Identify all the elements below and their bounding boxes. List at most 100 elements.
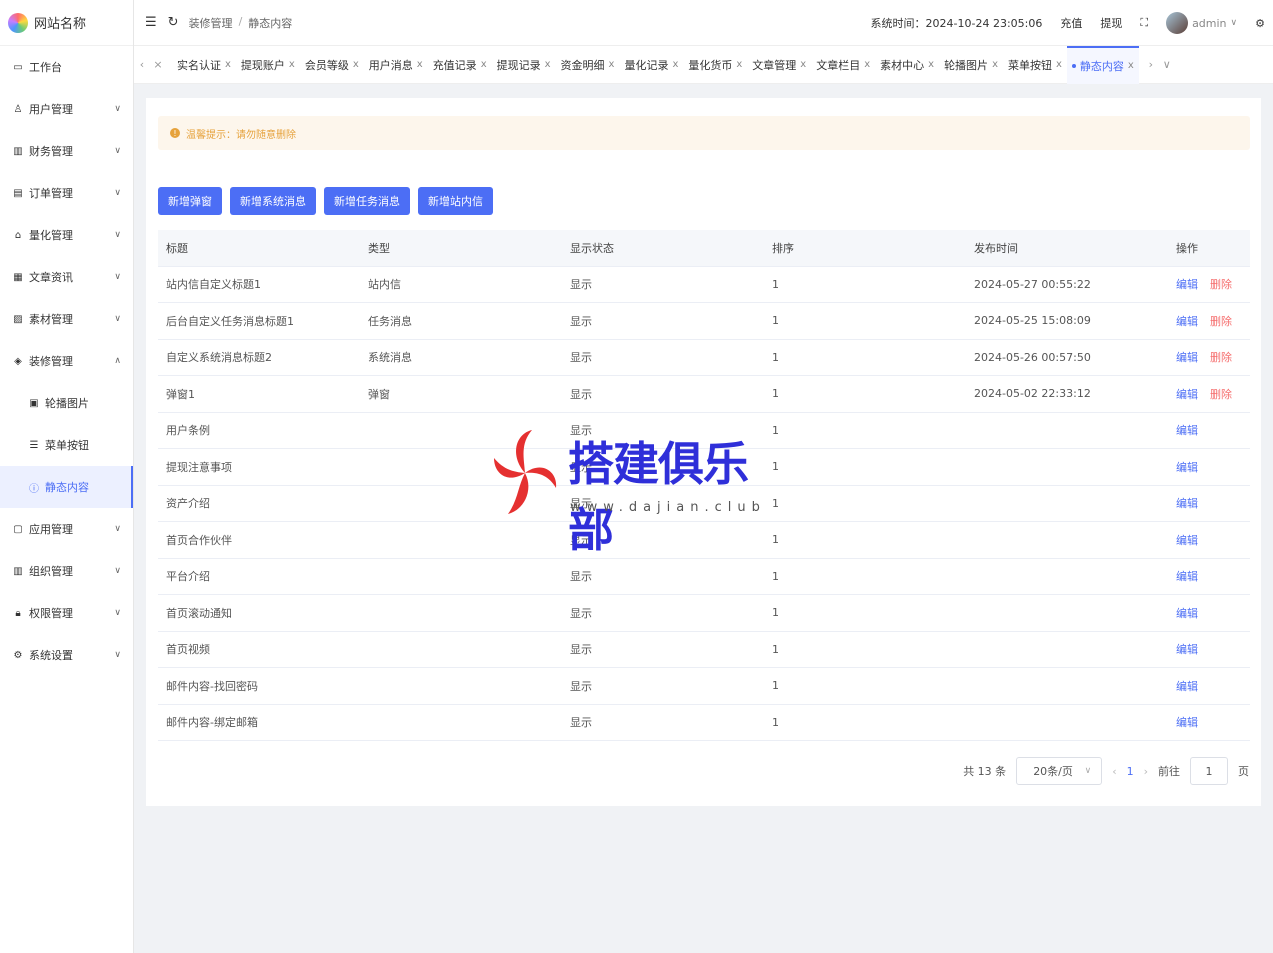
close-icon[interactable]: x bbox=[1056, 59, 1062, 70]
recharge-link[interactable]: 充值 bbox=[1060, 15, 1082, 31]
close-icon[interactable]: x bbox=[800, 59, 806, 70]
logo[interactable]: 网站名称 bbox=[0, 0, 133, 46]
edit-link[interactable]: 编辑 bbox=[1176, 424, 1198, 437]
tab-label: 会员等级 bbox=[304, 58, 349, 72]
breadcrumb-item[interactable]: 装修管理 bbox=[189, 15, 233, 31]
monitor-icon: ▭ bbox=[13, 61, 23, 73]
close-icon[interactable]: x bbox=[928, 59, 934, 70]
close-icon[interactable]: x bbox=[225, 59, 231, 70]
sidebar-item[interactable]: ▤ 订单管理 ∨ bbox=[0, 172, 133, 214]
tabs-scroll-right-icon[interactable]: › bbox=[1143, 58, 1159, 71]
sidebar-item[interactable]: ⌂ 量化管理 ∨ bbox=[0, 214, 133, 256]
tab[interactable]: 实名认证 x bbox=[172, 46, 236, 84]
edit-link[interactable]: 编辑 bbox=[1176, 607, 1198, 620]
sidebar-item[interactable]: ⚙ 系统设置 ∨ bbox=[0, 634, 133, 676]
tab-label: 菜单按钮 bbox=[1007, 58, 1052, 72]
sidebar-item[interactable]: ♙ 用户管理 ∨ bbox=[0, 88, 133, 130]
tab[interactable]: 会员等级 x bbox=[300, 46, 364, 84]
table-row: 用户条例 显示 1 编辑 bbox=[158, 412, 1250, 449]
tab[interactable]: 用户消息 x bbox=[364, 46, 428, 84]
close-icon[interactable]: x bbox=[353, 59, 359, 70]
cell-status: 显示 bbox=[562, 558, 764, 595]
cell-actions: 编辑 删除 bbox=[1168, 339, 1250, 376]
sidebar-item[interactable]: ⓘ 静态内容 bbox=[0, 466, 133, 508]
edit-link[interactable]: 编辑 bbox=[1176, 278, 1198, 291]
sidebar-item[interactable]: 🔒︎ 权限管理 ∨ bbox=[0, 592, 133, 634]
cell-type bbox=[360, 667, 562, 705]
tab[interactable]: 提现记录 x bbox=[492, 46, 556, 84]
sidebar-item[interactable]: ☰ 菜单按钮 bbox=[0, 424, 133, 466]
close-icon[interactable]: x bbox=[481, 59, 487, 70]
sidebar-item[interactable]: ▢ 应用管理 ∨ bbox=[0, 508, 133, 550]
tab[interactable]: 量化货币 x bbox=[683, 46, 747, 84]
close-icon[interactable]: x bbox=[992, 59, 998, 70]
user-menu[interactable]: admin ∨ bbox=[1166, 12, 1237, 34]
tab[interactable]: 量化记录 x bbox=[619, 46, 683, 84]
tab[interactable]: 静态内容 x bbox=[1066, 45, 1139, 84]
page-number[interactable]: 1 bbox=[1127, 765, 1134, 778]
edit-link[interactable]: 编辑 bbox=[1176, 570, 1198, 583]
add-inbox-message-button[interactable]: 新增站内信 bbox=[418, 187, 493, 215]
column-header: 标题 bbox=[158, 230, 360, 267]
tab[interactable]: 菜单按钮 x bbox=[1003, 46, 1067, 84]
edit-link[interactable]: 编辑 bbox=[1176, 315, 1198, 328]
tabs-scroll-left-icon[interactable]: ‹ bbox=[134, 58, 150, 71]
close-icon[interactable]: x bbox=[417, 59, 423, 70]
cell-title: 弹窗1 bbox=[158, 375, 360, 413]
close-icon[interactable]: x bbox=[545, 59, 551, 70]
settings-icon[interactable]: ⚙ bbox=[1255, 17, 1265, 30]
cell-status: 显示 bbox=[562, 704, 764, 741]
next-page-icon[interactable]: › bbox=[1144, 765, 1148, 778]
close-all-tabs-icon[interactable]: × bbox=[150, 58, 166, 71]
withdraw-link[interactable]: 提现 bbox=[1100, 15, 1122, 31]
tab[interactable]: 提现账户 x bbox=[236, 46, 300, 84]
sidebar-item[interactable]: ▥ 财务管理 ∨ bbox=[0, 130, 133, 172]
add-popup-button[interactable]: 新增弹窗 bbox=[158, 187, 222, 215]
sidebar-item[interactable]: ▣ 轮播图片 bbox=[0, 382, 133, 424]
sidebar-item-label: 静态内容 bbox=[45, 481, 89, 494]
delete-link[interactable]: 删除 bbox=[1210, 315, 1232, 328]
add-system-message-button[interactable]: 新增系统消息 bbox=[230, 187, 316, 215]
tab[interactable]: 文章栏目 x bbox=[811, 46, 875, 84]
close-icon[interactable]: x bbox=[609, 59, 615, 70]
avatar bbox=[1166, 12, 1189, 34]
edit-link[interactable]: 编辑 bbox=[1176, 643, 1198, 656]
fullscreen-icon[interactable]: ⛶ bbox=[1140, 16, 1148, 30]
table-row: 资产介绍 显示 1 编辑 bbox=[158, 485, 1250, 522]
sidebar-item[interactable]: ◈ 装修管理 ∧ bbox=[0, 340, 133, 382]
delete-link[interactable]: 删除 bbox=[1210, 351, 1232, 364]
refresh-icon[interactable]: ↻ bbox=[168, 15, 179, 30]
tab[interactable]: 文章管理 x bbox=[747, 46, 811, 84]
prev-page-icon[interactable]: ‹ bbox=[1112, 765, 1116, 778]
edit-link[interactable]: 编辑 bbox=[1176, 716, 1198, 729]
close-icon[interactable]: x bbox=[864, 59, 870, 70]
cell-title: 平台介绍 bbox=[158, 558, 360, 595]
close-icon[interactable]: x bbox=[289, 59, 295, 70]
tab[interactable]: 轮播图片 x bbox=[939, 46, 1003, 84]
goto-page-input[interactable]: 1 bbox=[1190, 757, 1228, 785]
sidebar-item[interactable]: ▭ 工作台 bbox=[0, 46, 133, 88]
tab[interactable]: 素材中心 x bbox=[875, 46, 939, 84]
edit-link[interactable]: 编辑 bbox=[1176, 680, 1198, 693]
sidebar-item[interactable]: ▦ 文章资讯 ∨ bbox=[0, 256, 133, 298]
menu-fold-icon[interactable]: ☰ bbox=[145, 15, 157, 30]
edit-link[interactable]: 编辑 bbox=[1176, 497, 1198, 510]
edit-link[interactable]: 编辑 bbox=[1176, 351, 1198, 364]
close-icon[interactable]: x bbox=[736, 59, 742, 70]
close-icon[interactable]: x bbox=[1128, 60, 1134, 71]
edit-link[interactable]: 编辑 bbox=[1176, 388, 1198, 401]
sidebar-item[interactable]: ▥ 组织管理 ∨ bbox=[0, 550, 133, 592]
tab[interactable]: 充值记录 x bbox=[428, 46, 492, 84]
sidebar-item[interactable]: ▨ 素材管理 ∨ bbox=[0, 298, 133, 340]
column-header: 排序 bbox=[764, 230, 966, 267]
tab[interactable]: 资金明细 x bbox=[556, 46, 620, 84]
page-size-select[interactable]: 20条/页 ∨ bbox=[1016, 757, 1103, 785]
close-icon[interactable]: x bbox=[672, 59, 678, 70]
edit-link[interactable]: 编辑 bbox=[1176, 461, 1198, 474]
tabs-dropdown-icon[interactable]: ∨ bbox=[1159, 58, 1175, 71]
delete-link[interactable]: 删除 bbox=[1210, 278, 1232, 291]
delete-link[interactable]: 删除 bbox=[1210, 388, 1232, 401]
add-task-message-button[interactable]: 新增任务消息 bbox=[324, 187, 410, 215]
edit-link[interactable]: 编辑 bbox=[1176, 534, 1198, 547]
cell-time bbox=[966, 558, 1168, 595]
